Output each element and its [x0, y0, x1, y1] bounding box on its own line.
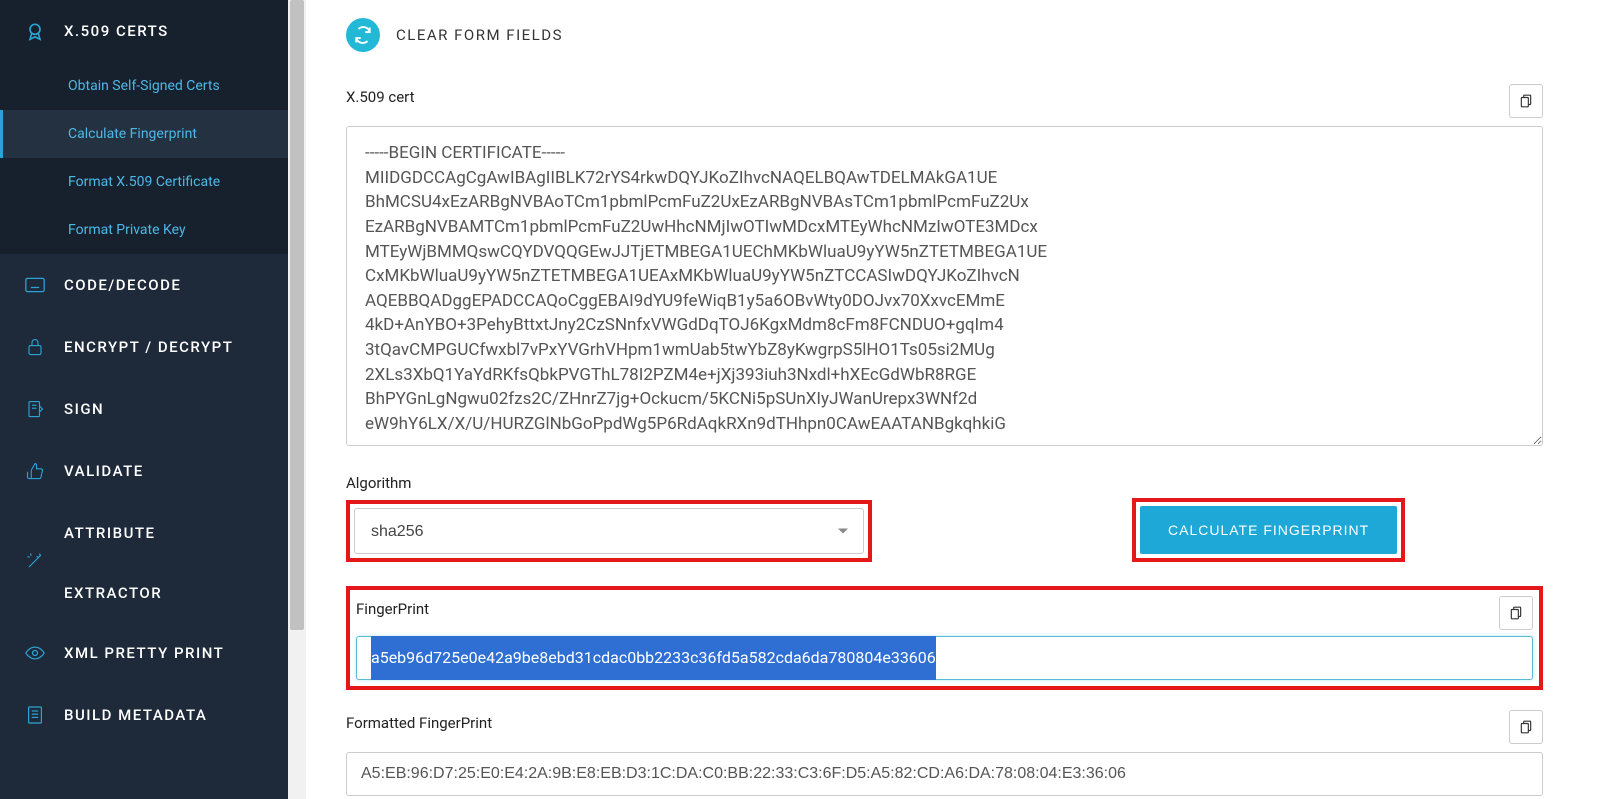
cert-textarea[interactable]: -----BEGIN CERTIFICATE----- MIIDGDCCAgCg… [346, 126, 1543, 446]
sidebar-section-xml-pretty[interactable]: XML PRETTY PRINT [0, 622, 288, 684]
sidebar-scrollbar[interactable] [288, 0, 306, 799]
sidebar-section-code-decode[interactable]: CODE/DECODE [0, 254, 288, 316]
calculate-fingerprint-button[interactable]: CALCULATE FINGERPRINT [1140, 506, 1397, 554]
lock-icon [24, 336, 46, 358]
wand-icon [24, 550, 46, 572]
certificate-icon [24, 20, 46, 42]
calculate-button-highlight: CALCULATE FINGERPRINT [1132, 498, 1405, 562]
fingerprint-highlight: FingerPrint a5eb96d725e0e42a9be8ebd31cda… [346, 586, 1543, 690]
sidebar-section-label: ENCRYPT / DECRYPT [64, 338, 233, 356]
algorithm-select[interactable]: sha256 [354, 508, 864, 554]
copy-cert-button[interactable] [1509, 84, 1543, 118]
sidebar-section-certs[interactable]: X.509 CERTS [0, 0, 288, 62]
copy-fingerprint-button[interactable] [1499, 596, 1533, 630]
document-icon [24, 704, 46, 726]
sidebar-section-label: BUILD METADATA [64, 706, 207, 724]
sidebar-section-build-metadata[interactable]: BUILD METADATA [0, 684, 288, 746]
sidebar-item-calculate-fingerprint[interactable]: Calculate Fingerprint [0, 110, 288, 158]
sidebar-item-format-cert[interactable]: Format X.509 Certificate [0, 158, 288, 206]
sidebar-section-label: SIGN [64, 400, 104, 418]
fingerprint-value: a5eb96d725e0e42a9be8ebd31cdac0bb2233c36f… [371, 636, 936, 680]
algorithm-highlight: sha256 [346, 500, 872, 562]
sidebar: X.509 CERTS Obtain Self-Signed Certs Cal… [0, 0, 288, 799]
formatted-fingerprint-group: Formatted FingerPrint [346, 710, 1543, 796]
fingerprint-input[interactable]: a5eb96d725e0e42a9be8ebd31cdac0bb2233c36f… [356, 636, 1533, 680]
cert-label: X.509 cert [346, 88, 415, 106]
sidebar-section-encrypt[interactable]: ENCRYPT / DECRYPT [0, 316, 288, 378]
sidebar-item-format-key[interactable]: Format Private Key [0, 206, 288, 254]
cert-field-group: X.509 cert -----BEGIN CERTIFICATE----- M… [346, 84, 1543, 450]
refresh-icon [346, 18, 380, 52]
sidebar-section-label: X.509 CERTS [64, 22, 169, 40]
sidebar-section-attribute[interactable]: ATTRIBUTE [0, 502, 288, 564]
copy-formatted-button[interactable] [1509, 710, 1543, 744]
sidebar-section-label: ATTRIBUTE [64, 524, 156, 542]
formatted-fingerprint-input[interactable] [346, 752, 1543, 796]
sidebar-subitems-certs: Obtain Self-Signed Certs Calculate Finge… [0, 62, 288, 254]
algorithm-row: Algorithm sha256 CALCULATE FINGERPRINT [346, 474, 1543, 562]
sign-icon [24, 398, 46, 420]
thumbs-up-icon [24, 460, 46, 482]
clear-form-button[interactable]: CLEAR FORM FIELDS [346, 18, 1543, 52]
sidebar-section-validate[interactable]: VALIDATE [0, 440, 288, 502]
keyboard-icon [24, 274, 46, 296]
algorithm-label: Algorithm [346, 474, 872, 492]
sidebar-section-label: VALIDATE [64, 462, 144, 480]
sidebar-section-sign[interactable]: SIGN [0, 378, 288, 440]
eye-icon [24, 642, 46, 664]
formatted-fingerprint-label: Formatted FingerPrint [346, 714, 492, 732]
fingerprint-label: FingerPrint [356, 600, 429, 618]
sidebar-section-label: XML PRETTY PRINT [64, 644, 224, 662]
clear-form-label: CLEAR FORM FIELDS [396, 26, 563, 44]
main-content: CLEAR FORM FIELDS X.509 cert -----BEGIN … [306, 0, 1603, 799]
sidebar-section-extractor[interactable]: EXTRACTOR [0, 564, 288, 622]
sidebar-item-obtain-certs[interactable]: Obtain Self-Signed Certs [0, 62, 288, 110]
sidebar-section-label: EXTRACTOR [64, 584, 162, 602]
sidebar-section-label: CODE/DECODE [64, 276, 181, 294]
